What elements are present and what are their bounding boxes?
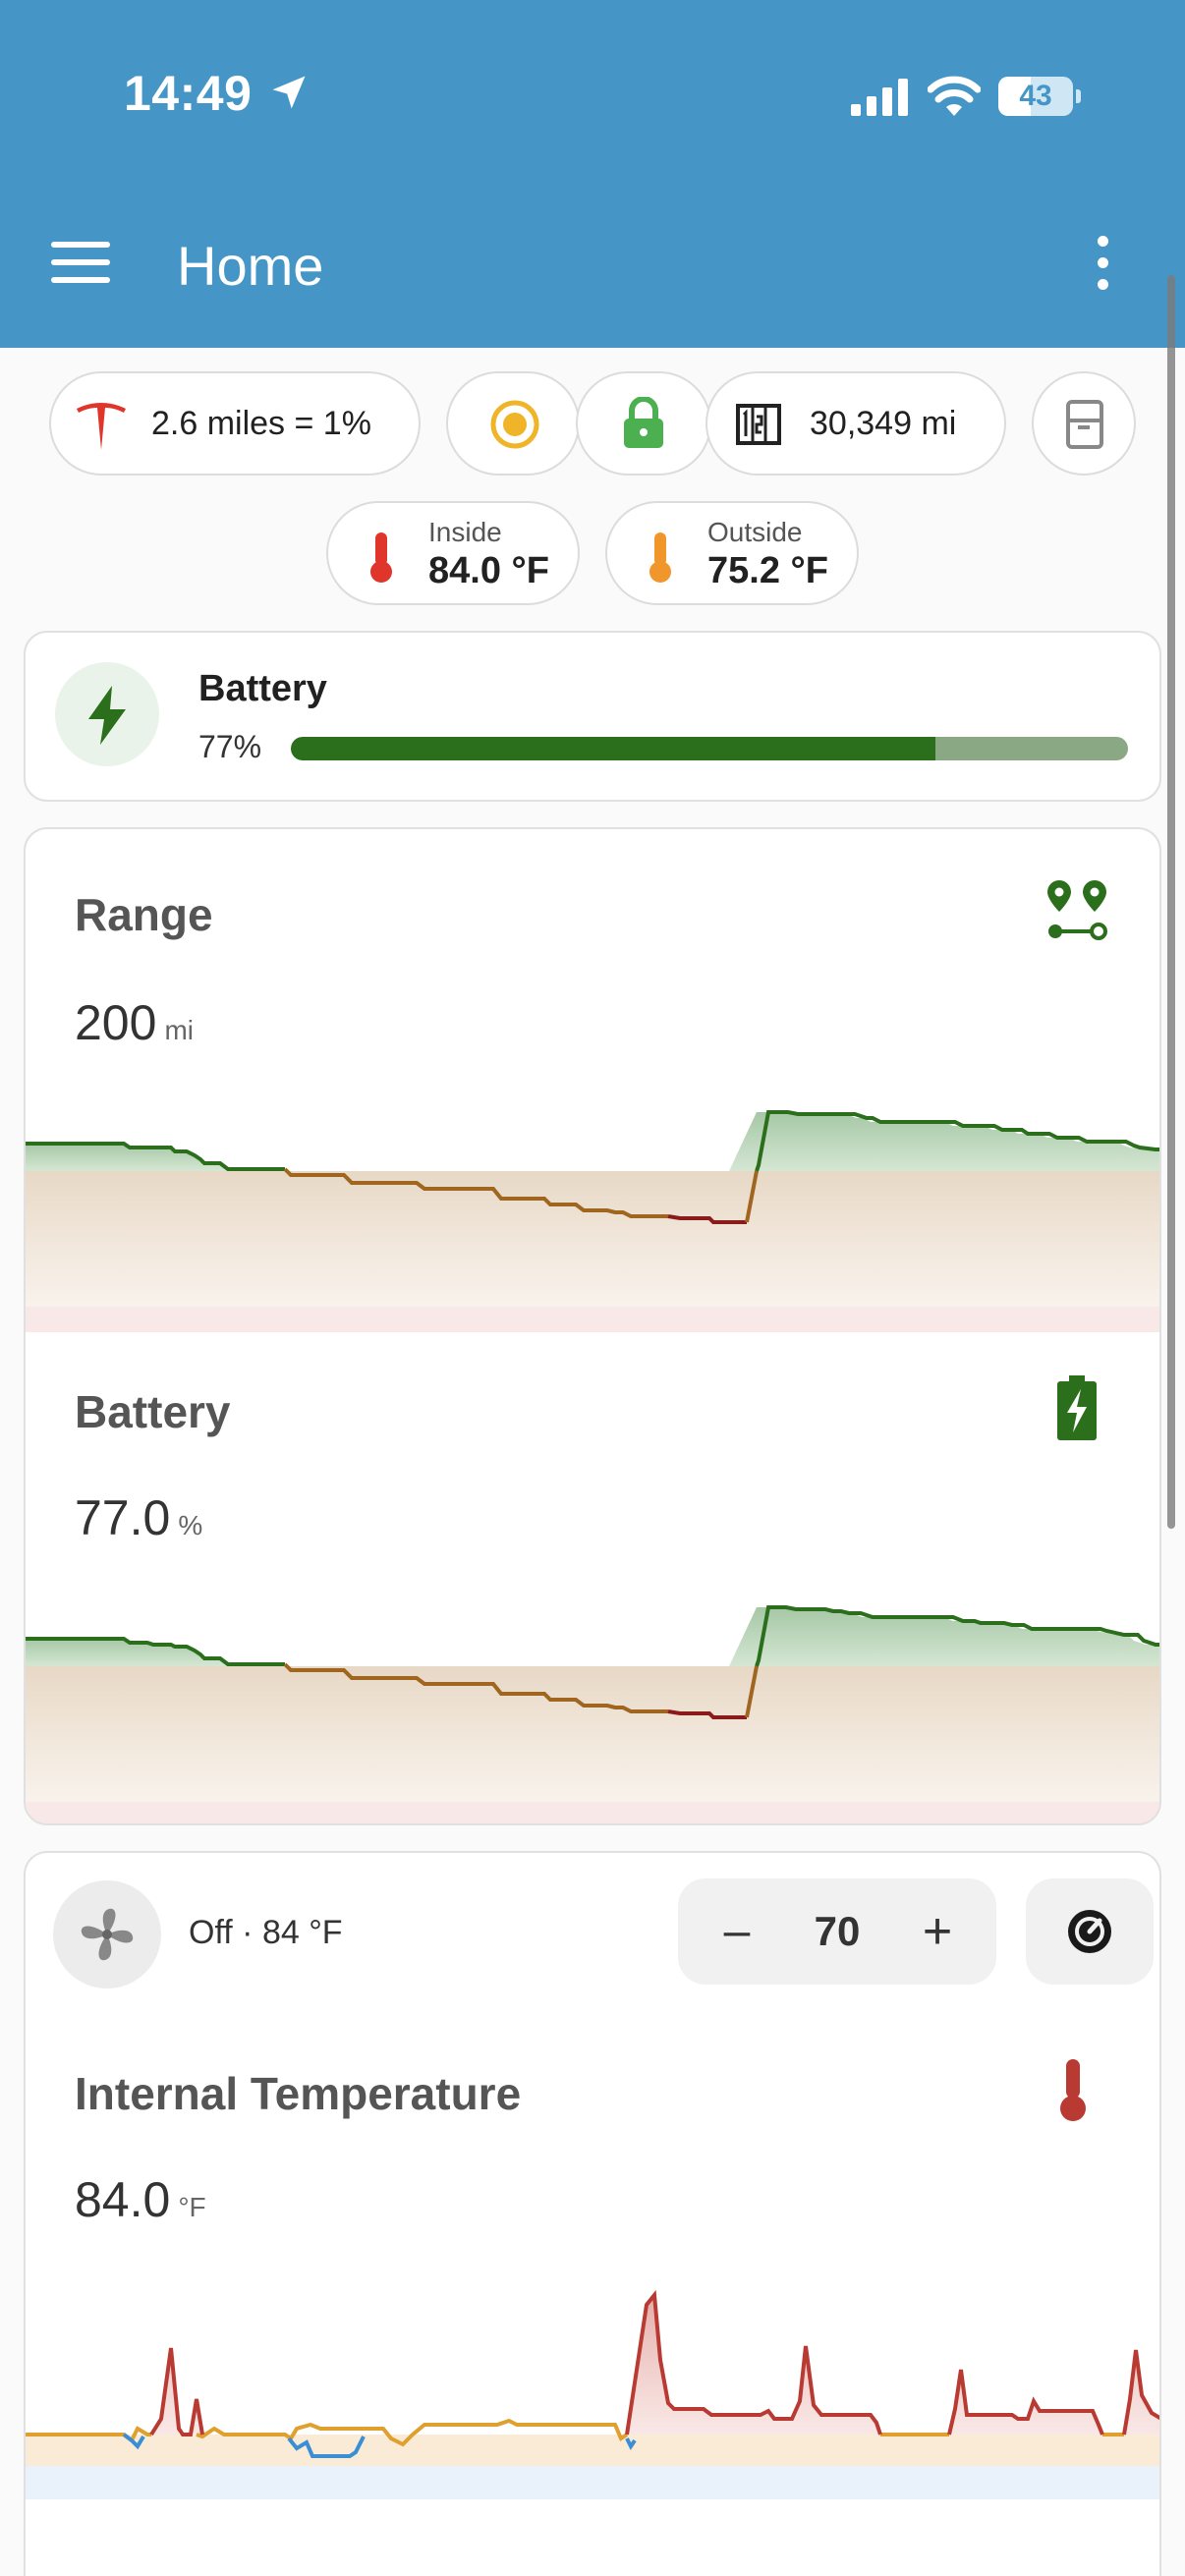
outside-temp-value: 75.2 °F — [707, 550, 828, 591]
climate-card: Off · 84 °F – 70 + Internal Temperature … — [24, 1851, 1161, 2576]
battery-tile-card[interactable]: Battery 77% — [24, 631, 1161, 802]
range-sensor-value: 200 mi — [75, 995, 194, 1050]
range-history-graph — [26, 1110, 1159, 1332]
battery-tile-icon-background — [55, 662, 159, 766]
fan-button[interactable] — [53, 1880, 161, 1988]
decrease-temperature-button[interactable]: – — [705, 1900, 768, 1963]
battery-tile-title: Battery — [198, 668, 327, 709]
thermometer-icon — [1060, 2059, 1086, 2121]
target-temperature-value: 70 — [814, 1908, 861, 1954]
frunk-chip[interactable] — [1032, 371, 1136, 476]
wifi-icon — [928, 76, 981, 116]
inside-temp-chip[interactable]: Inside 84.0 °F — [326, 501, 580, 605]
inside-temp-value: 84.0 °F — [428, 550, 549, 591]
battery-history-graph — [26, 1605, 1159, 1823]
lock-chip[interactable] — [576, 371, 711, 476]
tesla-logo-icon — [77, 403, 126, 450]
location-arrow-icon — [272, 76, 306, 109]
increase-temperature-button[interactable]: + — [906, 1900, 969, 1963]
sentry-mode-chip[interactable] — [446, 371, 580, 476]
hvac-mode-button[interactable] — [1026, 1878, 1154, 1985]
car-door-icon — [1066, 400, 1103, 449]
internal-temp-history-graph — [26, 2289, 1159, 2499]
thermometer-icon — [370, 532, 392, 583]
outside-temp-label: Outside — [707, 517, 803, 547]
fan-icon — [81, 1908, 134, 1961]
device-battery-level: 43 — [1019, 80, 1052, 112]
hvac-icon — [1068, 1910, 1111, 1953]
battery-level-bar — [291, 737, 1128, 760]
page-title: Home — [177, 235, 324, 297]
scrollbar[interactable] — [1167, 275, 1175, 1529]
lightning-bolt-icon — [88, 686, 126, 745]
outside-temp-chip[interactable]: Outside 75.2 °F — [605, 501, 859, 605]
odometer-text: 30,349 mi — [810, 405, 957, 442]
route-icon — [1047, 880, 1107, 940]
range-per-percent-text: 2.6 miles = 1% — [151, 405, 371, 442]
battery-tile-percent: 77% — [198, 729, 262, 764]
sensor-graph-card: Range 200 mi Battery 77.0 % — [24, 827, 1161, 1825]
status-time: 14:49 — [124, 66, 253, 121]
range-per-percent-chip[interactable]: 2.6 miles = 1% — [49, 371, 421, 476]
battery-charging-icon — [1057, 1375, 1097, 1440]
thermometer-icon — [649, 532, 671, 583]
lock-icon — [624, 397, 663, 448]
battery-sensor-value: 77.0% — [75, 1490, 203, 1545]
climate-status: Off · 84 °F — [189, 1914, 343, 1951]
battery-sensor-title[interactable]: Battery — [75, 1385, 231, 1438]
range-sensor-title[interactable]: Range — [75, 888, 213, 941]
cellular-signal-icon — [851, 79, 908, 116]
target-temperature-stepper: – 70 + — [678, 1878, 996, 1985]
battery-level-bar-fill — [291, 737, 936, 760]
odometer-icon — [736, 404, 781, 445]
inside-temp-label: Inside — [428, 517, 502, 547]
internal-temp-sensor-value: 84.0 °F — [75, 2172, 206, 2227]
sentry-icon — [490, 400, 539, 449]
device-battery-icon: 43 — [998, 77, 1081, 116]
menu-button[interactable] — [51, 242, 110, 287]
internal-temp-sensor-title[interactable]: Internal Temperature — [75, 2067, 521, 2120]
odometer-chip[interactable]: 30,349 mi — [705, 371, 1006, 476]
more-options-button[interactable] — [1091, 236, 1114, 295]
app-header: 14:49 43 Home — [0, 0, 1185, 348]
